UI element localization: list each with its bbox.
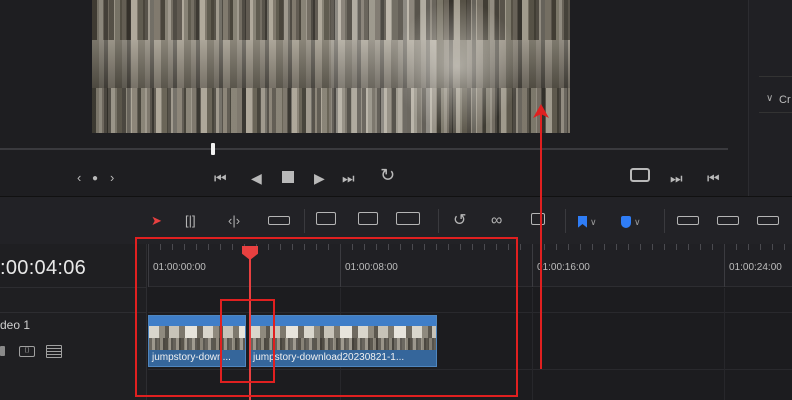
annotation-arrow <box>540 106 542 369</box>
nav-previous-icon[interactable]: ‹ <box>77 170 81 186</box>
chevron-down-icon[interactable]: ∨ <box>766 93 773 104</box>
skip-to-end-button[interactable]: ⏭ <box>342 170 355 186</box>
auto-select-icon[interactable]: ⟨⟩ <box>19 346 35 357</box>
play-button[interactable]: ▶ <box>314 170 325 186</box>
ruler-label: 01:00:24:00 <box>729 262 782 273</box>
track-header: :00:04:06 deo 1 ⟨⟩ <box>0 244 147 400</box>
selection-arrow-icon[interactable]: ➤ <box>151 211 162 231</box>
next-clip-button[interactable]: ⏭ <box>670 170 683 186</box>
position-lock-icon[interactable] <box>531 211 545 231</box>
track-visibility-icon[interactable] <box>46 345 62 358</box>
skip-to-start-button[interactable]: ⏮ <box>214 170 227 186</box>
flag-icon[interactable]: ∨ <box>578 211 597 231</box>
previous-clip-button[interactable]: ⏮ <box>707 170 720 186</box>
inspector-section-label[interactable]: Cr <box>779 94 791 106</box>
viewer-scrubber-track[interactable] <box>0 148 728 150</box>
video-preview <box>92 0 570 133</box>
lock-track-icon[interactable] <box>0 346 5 356</box>
annotation-cut-highlight-box <box>220 299 275 383</box>
inspector-panel: ∨ Cr <box>748 0 792 196</box>
timecode-display: :00:04:06 <box>0 257 87 279</box>
nav-next-icon[interactable]: › <box>110 170 114 186</box>
zoom-full-icon[interactable] <box>677 211 699 231</box>
replace-clip-icon[interactable] <box>396 211 420 231</box>
blade-icon[interactable] <box>268 211 290 231</box>
insert-clip-icon[interactable] <box>316 211 336 231</box>
step-back-button[interactable]: ◀ <box>251 170 262 186</box>
viewer-panel: ‹ ● › ⏮ ◀ ▶ ⏭ ↻ ⏭ ⏮ <box>0 0 748 196</box>
snapping-icon[interactable]: ↺ <box>453 211 466 231</box>
nav-dot-icon[interactable]: ● <box>92 171 98 187</box>
overwrite-clip-icon[interactable] <box>358 211 378 231</box>
loop-button[interactable]: ↻ <box>380 166 395 184</box>
viewer-mode-button[interactable] <box>630 168 650 182</box>
zoom-detail-icon[interactable] <box>717 211 739 231</box>
dynamic-trim-icon[interactable]: ‹|› <box>228 211 240 231</box>
stop-button[interactable] <box>282 171 294 183</box>
marker-icon[interactable]: ∨ <box>621 211 641 231</box>
trim-edit-icon[interactable]: [|] <box>185 211 196 231</box>
zoom-custom-icon[interactable] <box>757 211 779 231</box>
ruler-label: 01:00:16:00 <box>537 262 590 273</box>
track-name-video-1[interactable]: deo 1 <box>0 318 30 332</box>
viewer-scrubber-handle[interactable] <box>211 143 215 155</box>
linked-selection-icon[interactable]: ∞ <box>491 211 502 231</box>
annotation-highlight-box <box>135 237 518 397</box>
